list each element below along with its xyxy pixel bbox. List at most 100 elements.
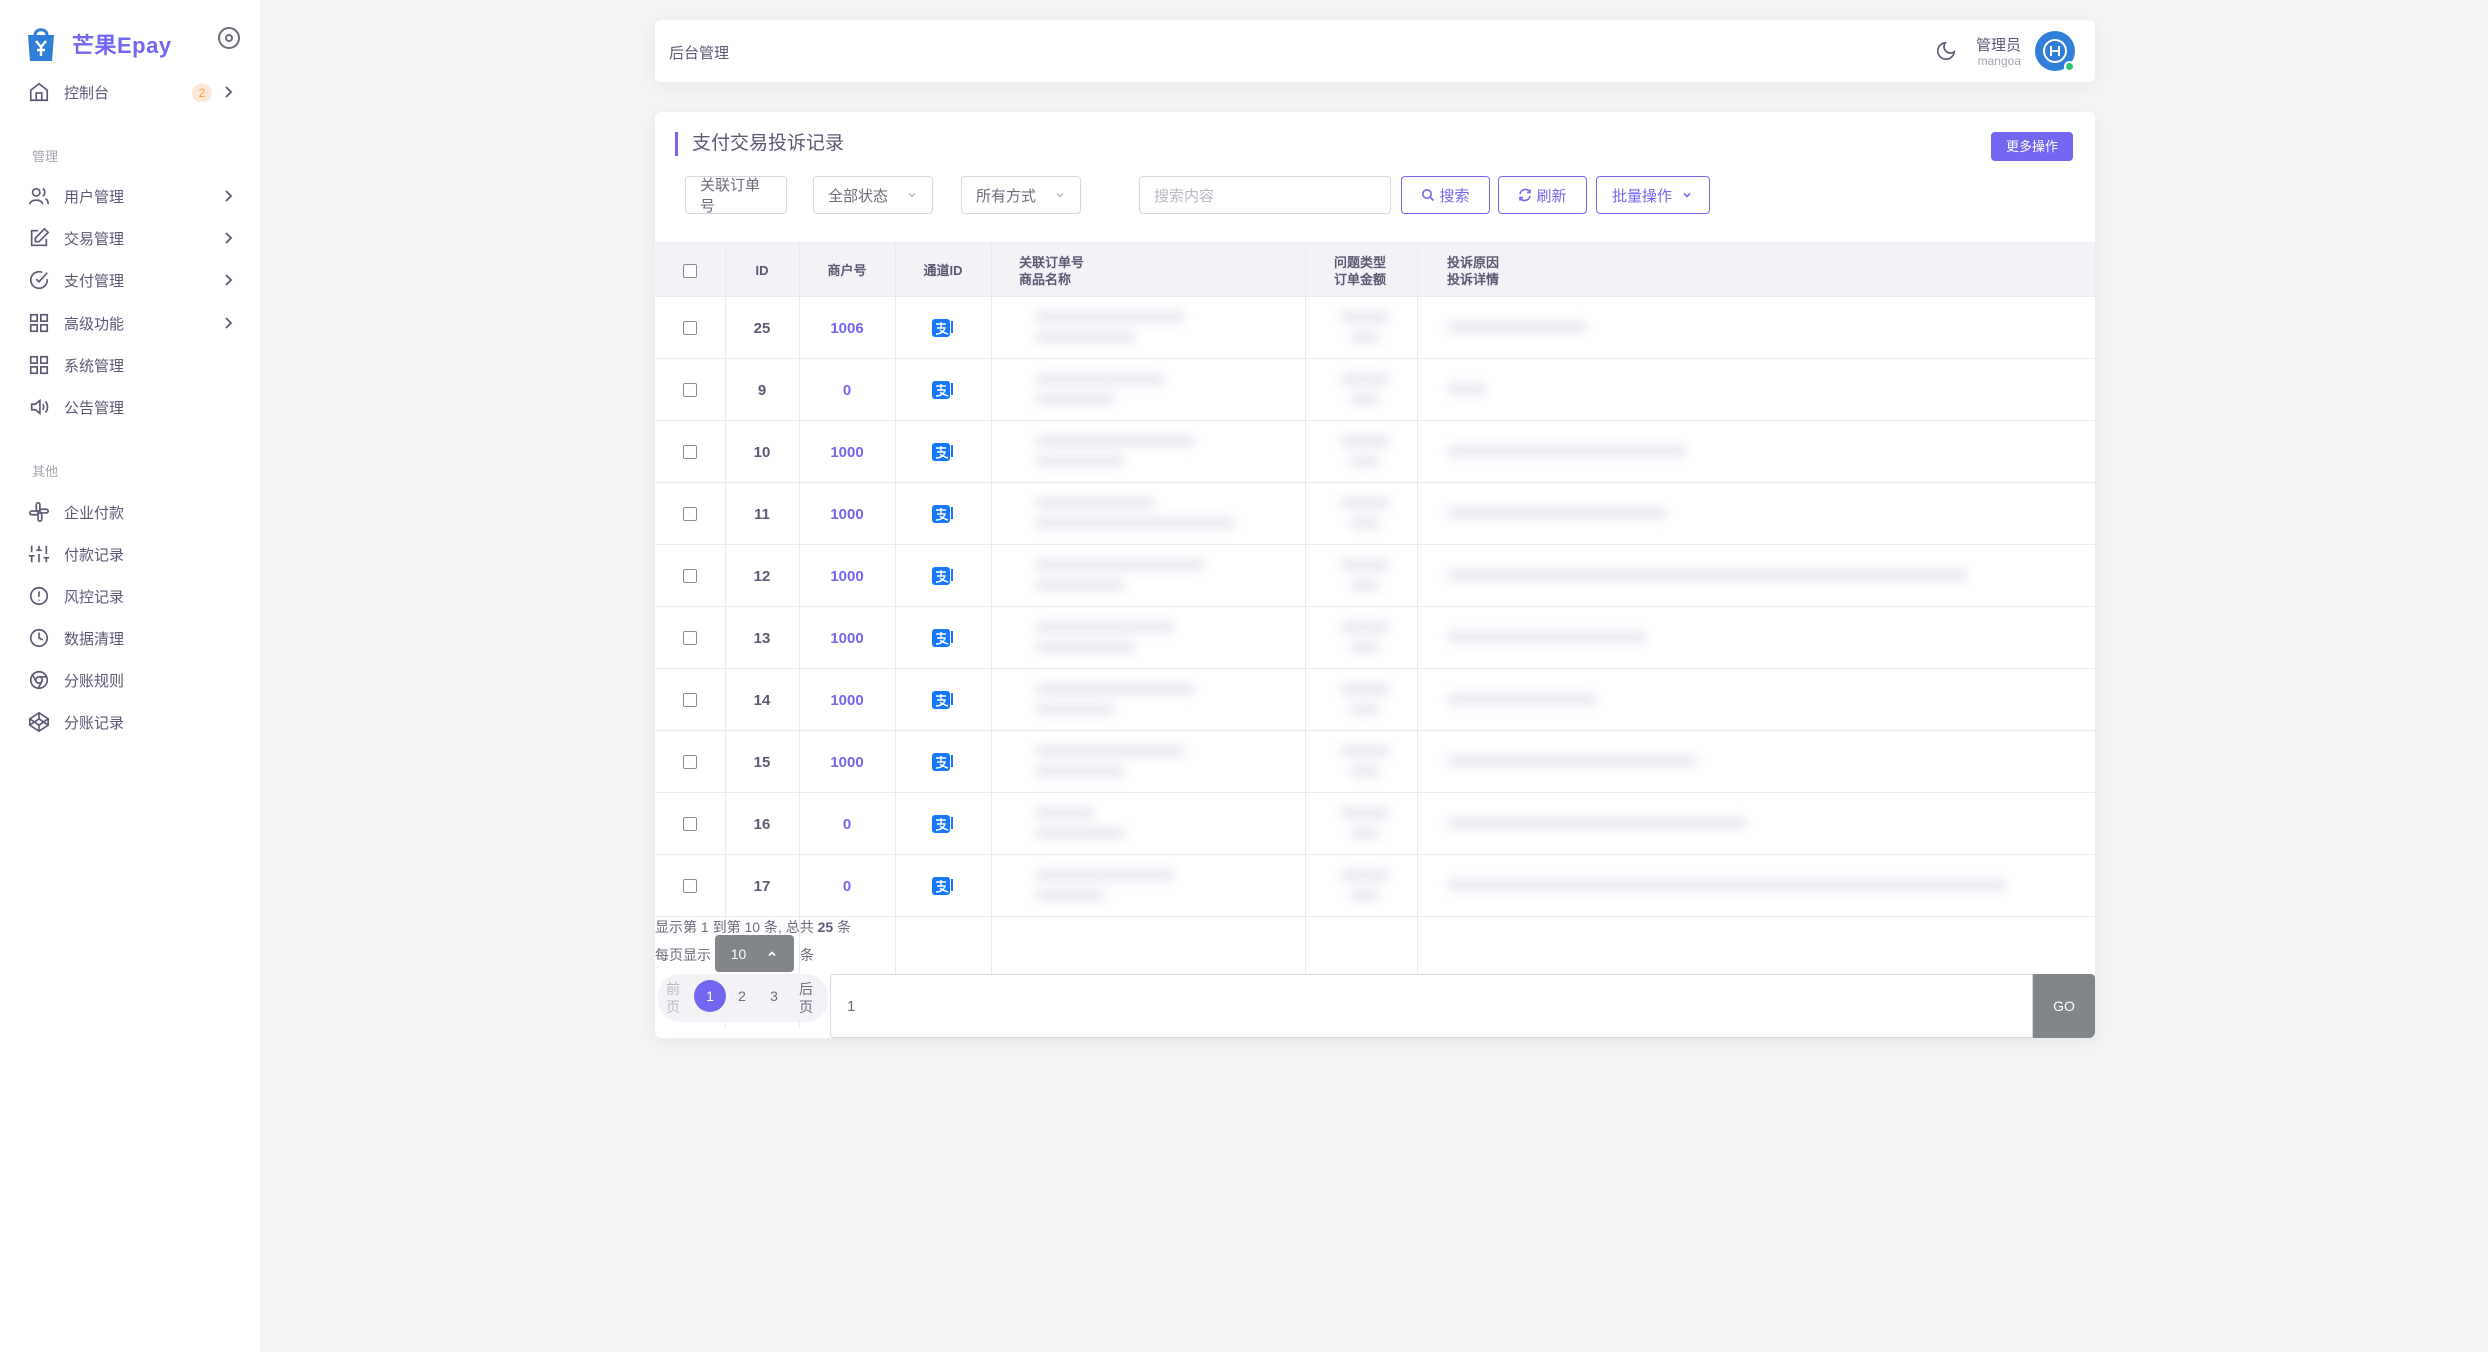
sidebar-item-transactions[interactable]: 交易管理 (28, 220, 238, 256)
sidebar: 芒果Epay 控制台 2 管理 用户管理 交易管理 支付管理 高级功能 系统管理… (0, 0, 260, 1352)
row-checkbox[interactable] (683, 507, 697, 521)
row-merchant-link[interactable]: 1000 (799, 669, 895, 731)
row-checkbox[interactable] (683, 383, 697, 397)
col-type-line2: 订单金额 (1333, 271, 1386, 287)
sidebar-item-advanced[interactable]: 高级功能 (28, 305, 238, 341)
blurred-complaint-reason (1447, 383, 1487, 395)
sidebar-item-label: 支付管理 (64, 272, 125, 290)
row-checkbox-cell (655, 855, 725, 917)
blurred-product-name (1035, 517, 1235, 529)
blurred-order-no (1035, 373, 1165, 385)
user-name[interactable]: 管理员 (1976, 34, 2021, 55)
sidebar-item-payments[interactable]: 支付管理 (28, 262, 238, 298)
search-input[interactable]: 搜索内容 (1139, 176, 1391, 214)
sidebar-item-system[interactable]: 系统管理 (28, 347, 238, 383)
row-checkbox[interactable] (683, 693, 697, 707)
row-checkbox[interactable] (683, 879, 697, 893)
blurred-product-name (1035, 765, 1125, 777)
row-id: 15 (753, 753, 771, 771)
blurred-product-name (1035, 641, 1135, 653)
row-merchant-link[interactable]: 0 (799, 793, 895, 855)
codepen-icon (28, 711, 50, 733)
page-button[interactable]: 2 (726, 980, 758, 1012)
table-row[interactable]: 15 1000 (655, 731, 2095, 793)
sidebar-item-risk-records[interactable]: 风控记录 (28, 578, 238, 614)
sidebar-item-users[interactable]: 用户管理 (28, 178, 238, 214)
row-checkbox-cell (655, 669, 725, 731)
row-checkbox-cell (655, 793, 725, 855)
row-merchant-link[interactable]: 1000 (799, 607, 895, 669)
page-size-label: 每页显示 (655, 947, 711, 963)
go-button[interactable]: GO (2033, 974, 2095, 1038)
row-merchant-link[interactable]: 0 (799, 855, 895, 917)
order-field-value: 关联订单号 (700, 177, 761, 215)
order-field-select[interactable]: 关联订单号 (685, 176, 787, 215)
blurred-order-no (1035, 559, 1205, 571)
table-row[interactable]: 14 1000 (655, 669, 2095, 731)
col-type[interactable]: 问题类型 订单金额 (1305, 243, 1415, 298)
table-row[interactable]: 12 1000 (655, 545, 2095, 607)
prev-page-button[interactable]: 前页 (663, 980, 683, 1016)
pagination-info-prefix: 显示第 1 到第 10 条, 总共 (655, 919, 814, 935)
table-row[interactable]: 10 1000 (655, 421, 2095, 483)
row-merchant-link[interactable]: 0 (799, 359, 895, 421)
search-button[interactable]: 搜索 (1401, 176, 1490, 214)
row-checkbox[interactable] (683, 569, 697, 583)
dashboard-badge: 2 (192, 84, 212, 102)
row-checkbox[interactable] (683, 817, 697, 831)
row-checkbox[interactable] (683, 445, 697, 459)
col-id[interactable]: ID (725, 243, 799, 298)
page-jump-input[interactable]: 1 (830, 974, 2033, 1038)
sidebar-item-split-records[interactable]: 分账记录 (28, 704, 238, 740)
row-id: 11 (754, 505, 770, 523)
col-order-line1: 关联订单号 (1019, 254, 1085, 270)
sidebar-item-split-rules[interactable]: 分账规则 (28, 662, 238, 698)
page-button[interactable]: 3 (758, 980, 790, 1012)
col-channel[interactable]: 通道ID (895, 243, 991, 298)
method-select[interactable]: 所有方式 (961, 176, 1081, 214)
table-row[interactable]: 16 0 (655, 793, 2095, 855)
table-row[interactable]: 13 1000 (655, 607, 2095, 669)
row-merchant-link[interactable]: 1000 (799, 483, 895, 545)
row-id: 12 (753, 567, 771, 585)
table-row[interactable]: 90 (655, 359, 2095, 421)
table-row[interactable]: 25 1006 (655, 297, 2095, 359)
table-row[interactable]: 17 0 (655, 855, 2095, 917)
brand[interactable]: 芒果Epay (24, 24, 172, 64)
sidebar-item-dashboard[interactable]: 控制台 2 (28, 74, 238, 110)
refresh-button[interactable]: 刷新 (1498, 176, 1587, 214)
table-row[interactable]: 11 1000 (655, 483, 2095, 545)
page-size-select[interactable]: 10 (715, 935, 794, 972)
row-merchant-link[interactable]: 1000 (799, 731, 895, 793)
page-button[interactable]: 1 (694, 980, 726, 1012)
sidebar-item-announcements[interactable]: 公告管理 (28, 389, 238, 425)
col-reason[interactable]: 投诉原因 投诉详情 (1447, 243, 1747, 298)
sidebar-item-data-cleanup[interactable]: 数据清理 (28, 620, 238, 656)
row-checkbox[interactable] (683, 755, 697, 769)
select-all-checkbox[interactable] (683, 263, 697, 278)
alipay-icon (932, 877, 953, 895)
collapse-toggle-icon[interactable] (218, 27, 240, 49)
row-channel (895, 359, 991, 421)
mango-bag-logo-icon (28, 28, 54, 61)
blurred-product-name (1035, 579, 1125, 591)
next-page-button[interactable]: 后页 (796, 980, 816, 1016)
col-order[interactable]: 关联订单号 商品名称 (1019, 243, 1279, 298)
blurred-issue-type (1340, 683, 1390, 695)
blurred-product-name (1035, 455, 1125, 467)
alert-circle-icon (28, 585, 50, 607)
row-checkbox[interactable] (683, 321, 697, 335)
sidebar-item-label: 分账记录 (64, 714, 125, 732)
sidebar-item-payment-records[interactable]: 付款记录 (28, 536, 238, 572)
row-merchant-link[interactable]: 1000 (799, 545, 895, 607)
col-merchant[interactable]: 商户号 (799, 243, 895, 298)
row-checkbox[interactable] (683, 631, 697, 645)
moon-icon[interactable] (1935, 40, 1957, 62)
row-merchant-link[interactable]: 1000 (799, 421, 895, 483)
status-select[interactable]: 全部状态 (813, 176, 933, 214)
more-actions-button[interactable]: 更多操作 (1991, 132, 2073, 161)
batch-actions-dropdown[interactable]: 批量操作 (1596, 176, 1710, 214)
row-channel (895, 545, 991, 607)
sidebar-item-enterprise-payment[interactable]: 企业付款 (28, 494, 238, 530)
row-merchant-link[interactable]: 1006 (799, 297, 895, 359)
